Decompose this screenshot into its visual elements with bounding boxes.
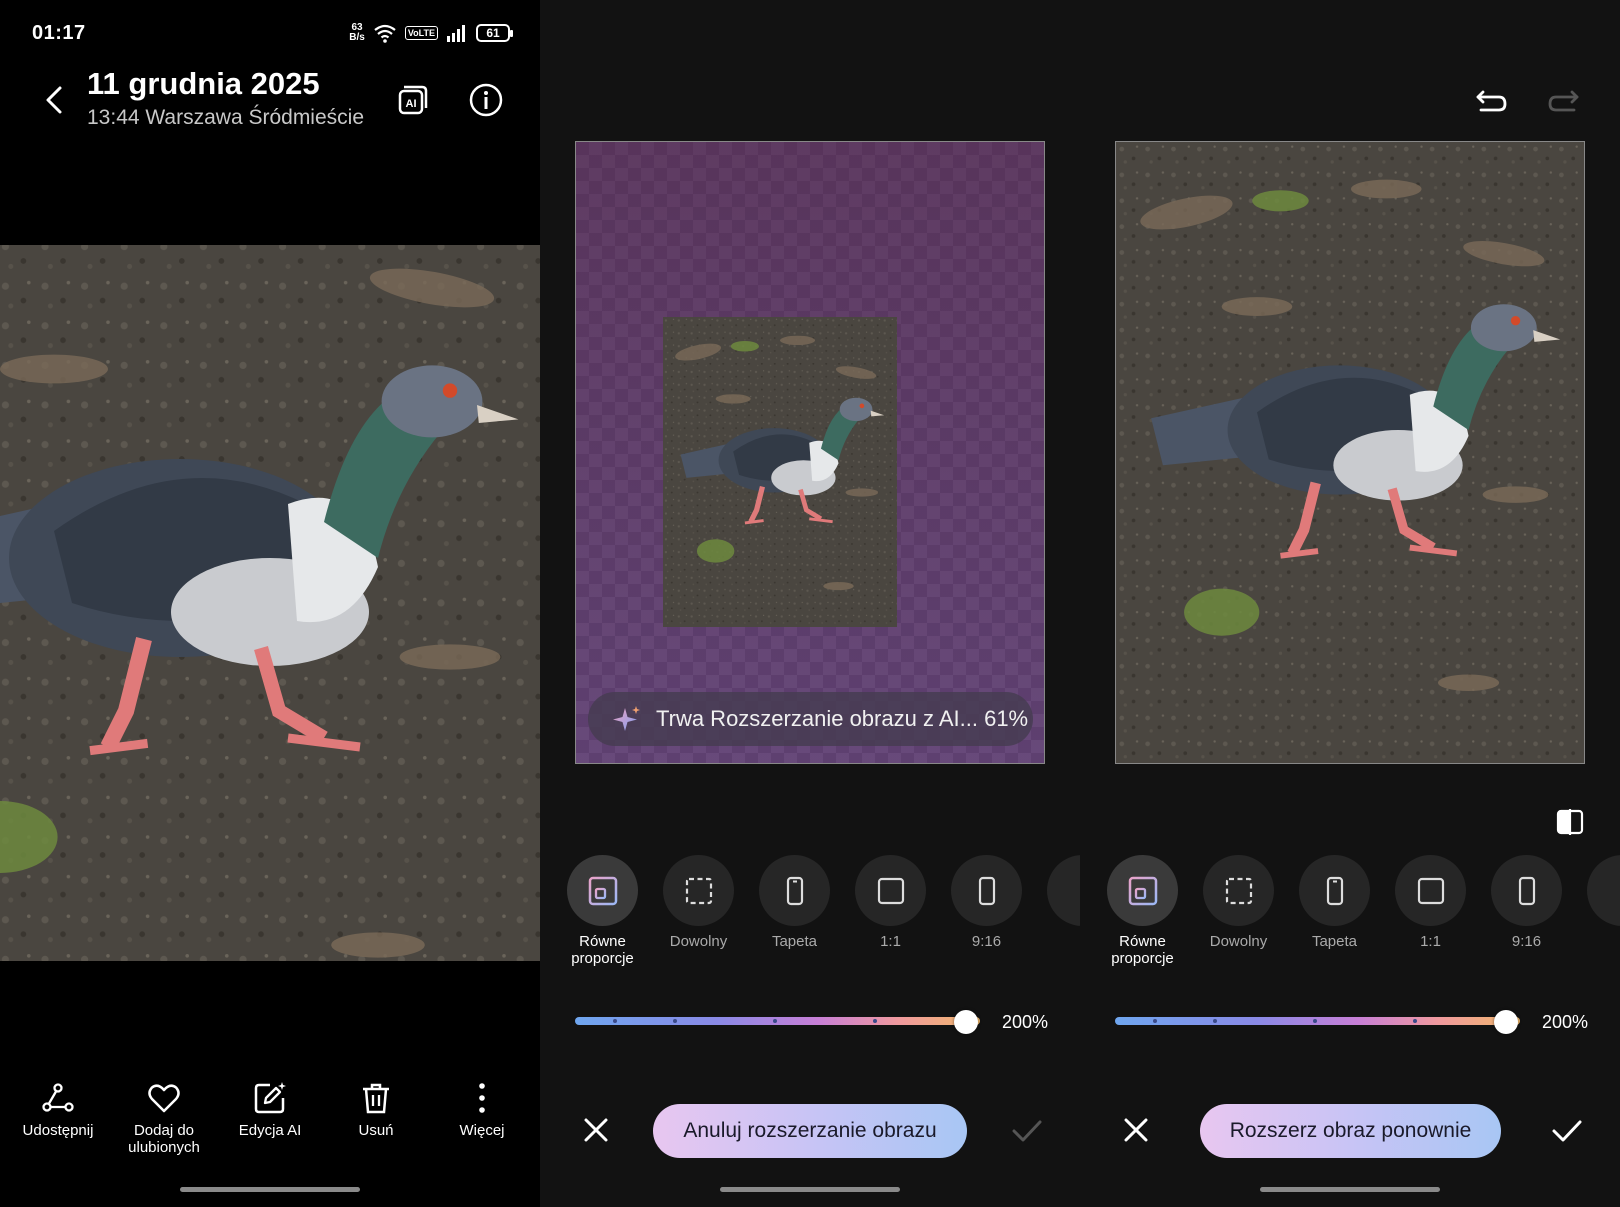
ratio-label-9-16: 9:16 [971, 933, 1002, 950]
redo-icon[interactable] [1546, 82, 1582, 118]
ratio-label-1-1: 1:1 [1420, 933, 1441, 950]
network-speed: 63 B/s [349, 22, 365, 43]
home-indicator[interactable] [1260, 1187, 1440, 1192]
ratio-label-9-16: 9:16 [1511, 933, 1542, 950]
equal-ratio-icon [1128, 876, 1157, 905]
delete-label: Usuń [358, 1122, 394, 1139]
ratio-label-equal: Równe proporcje [571, 933, 634, 967]
slider-thumb[interactable] [954, 1010, 978, 1034]
cancel-expand-button[interactable]: Anuluj rozszerzanie obrazu [653, 1104, 967, 1158]
favorite-button[interactable]: Dodaj do ulubionych [114, 1080, 214, 1156]
ai-edit-label: Edycja AI [238, 1122, 302, 1139]
info-icon[interactable] [468, 82, 504, 118]
back-arrow-icon[interactable] [36, 80, 72, 120]
ai-expand-progress-screen: Trwa Rozszerzanie obrazu z AI... 61% Rów… [540, 0, 1080, 1207]
more-label: Więcej [459, 1122, 505, 1139]
check-icon[interactable] [1550, 1114, 1584, 1146]
home-indicator[interactable] [180, 1187, 360, 1192]
ai-icon[interactable]: AI [394, 82, 430, 118]
close-icon[interactable] [1120, 1114, 1152, 1146]
original-photo-thumbnail [663, 317, 897, 627]
expand-canvas: Trwa Rozszerzanie obrazu z AI... 61% [575, 141, 1045, 764]
portrait-ratio-icon [978, 876, 995, 905]
equal-ratio-icon [588, 876, 617, 905]
more-vertical-icon [479, 1083, 485, 1113]
ratio-option-wallpaper[interactable]: Tapeta [1299, 855, 1370, 975]
square-icon [877, 877, 904, 904]
more-button[interactable]: Więcej [432, 1080, 532, 1156]
aspect-ratio-selector: Równe proporcje Dowolny Tapeta 1:1 9:16 [1107, 855, 1620, 975]
check-icon-disabled[interactable] [1010, 1114, 1044, 1146]
aspect-ratio-selector: Równe proporcje Dowolny Tapeta 1:1 9:16 [567, 855, 1080, 975]
ai-edit-button[interactable]: Edycja AI [220, 1080, 320, 1156]
status-bar: 01:17 63 B/s VoLTE 61 [32, 20, 513, 46]
ratio-option-free[interactable]: Dowolny [1203, 855, 1274, 975]
delete-button[interactable]: Usuń [326, 1080, 426, 1156]
ratio-label-free: Dowolny [1209, 933, 1268, 950]
expand-progress-text: Trwa Rozszerzanie obrazu z AI... 61% [656, 706, 1029, 731]
expand-scale-slider[interactable] [1115, 1017, 1520, 1025]
pigeon-photo[interactable] [0, 245, 540, 961]
share-button[interactable]: Udostępnij [8, 1080, 108, 1156]
ratio-label-wallpaper: Tapeta [1311, 933, 1358, 950]
expand-scale-slider[interactable] [575, 1017, 980, 1025]
photo-time-location: 13:44 Warszawa Śródmieście [87, 106, 364, 129]
expand-again-button[interactable]: Rozszerz obraz ponownie [1200, 1104, 1501, 1158]
close-icon[interactable] [580, 1114, 612, 1146]
free-crop-icon [685, 877, 712, 904]
ratio-option-more[interactable] [1587, 855, 1620, 975]
ratio-option-9-16[interactable]: 9:16 [951, 855, 1022, 975]
share-icon [42, 1083, 74, 1112]
expanded-photo[interactable] [1115, 141, 1585, 764]
svg-text:AI: AI [406, 98, 417, 110]
heart-icon [148, 1084, 180, 1113]
ratio-label-equal: Równe proporcje [1111, 933, 1174, 967]
volte-badge: VoLTE [404, 26, 438, 40]
ratio-option-more[interactable] [1047, 855, 1080, 975]
expand-progress-toast: Trwa Rozszerzanie obrazu z AI... 61% [588, 692, 1033, 746]
home-indicator[interactable] [720, 1187, 900, 1192]
ratio-option-equal[interactable]: Równe proporcje [1107, 855, 1178, 975]
slider-thumb[interactable] [1494, 1010, 1518, 1034]
scale-value: 200% [1542, 1012, 1589, 1032]
ratio-option-equal[interactable]: Równe proporcje [567, 855, 638, 975]
ratio-label-1-1: 1:1 [880, 933, 901, 950]
scale-value: 200% [1002, 1012, 1049, 1032]
ai-expand-result-screen: Równe proporcje Dowolny Tapeta 1:1 9:16 … [1080, 0, 1620, 1207]
square-icon [1417, 877, 1444, 904]
ai-edit-icon [254, 1082, 286, 1114]
wallpaper-phone-icon [1326, 876, 1343, 905]
ratio-label-wallpaper: Tapeta [771, 933, 818, 950]
undo-icon[interactable] [1473, 82, 1509, 118]
ratio-option-1-1[interactable]: 1:1 [1395, 855, 1466, 975]
ratio-option-9-16[interactable]: 9:16 [1491, 855, 1562, 975]
ratio-option-free[interactable]: Dowolny [663, 855, 734, 975]
ai-sparkle-icon [613, 706, 640, 731]
ratio-option-wallpaper[interactable]: Tapeta [759, 855, 830, 975]
favorite-label: Dodaj do ulubionych [128, 1122, 200, 1156]
status-clock: 01:17 [32, 21, 86, 44]
free-crop-icon [1225, 877, 1252, 904]
trash-icon [363, 1083, 389, 1114]
compare-icon[interactable] [1555, 808, 1585, 836]
wifi-icon [374, 24, 396, 43]
photo-viewer-screen: 01:17 63 B/s VoLTE 61 11 grudnia 2025 13… [0, 0, 540, 1207]
signal-icon [447, 25, 465, 42]
battery-indicator: 61 [476, 24, 513, 42]
photo-date-title: 11 grudnia 2025 [87, 66, 320, 101]
wallpaper-phone-icon [786, 876, 803, 905]
share-label: Udostępnij [22, 1122, 94, 1139]
portrait-ratio-icon [1518, 876, 1535, 905]
ratio-label-free: Dowolny [669, 933, 728, 950]
ratio-option-1-1[interactable]: 1:1 [855, 855, 926, 975]
viewer-action-bar: Udostępnij Dodaj do ulubionych Edycja AI… [0, 1080, 540, 1156]
